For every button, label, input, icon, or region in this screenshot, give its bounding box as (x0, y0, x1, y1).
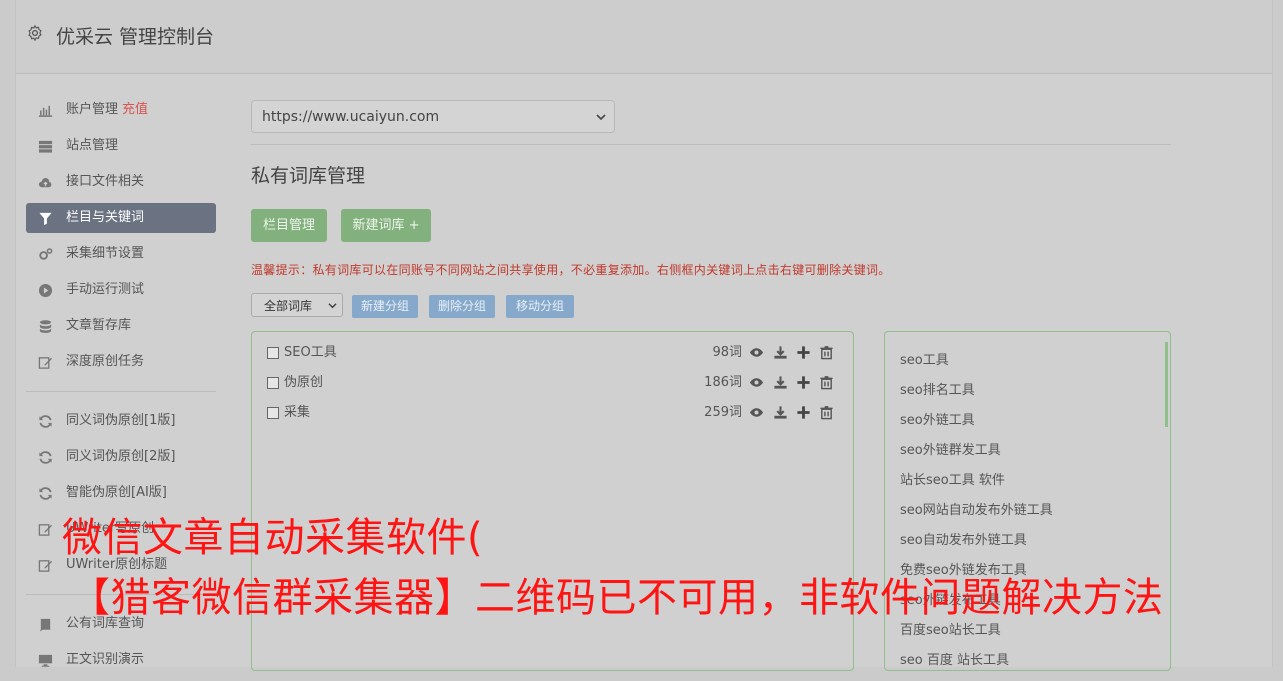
trash-icon[interactable] (819, 405, 834, 420)
lexicon-name[interactable]: 伪原创 (284, 372, 323, 394)
sidebar-item-label: 文章暂存库 (66, 318, 132, 333)
sidebar-item-label: 采集细节设置 (66, 246, 145, 261)
app-title: 优采云 管理控制台 (56, 26, 215, 48)
keyword-item[interactable]: seo外链群发工具 (900, 439, 1001, 458)
plus-icon[interactable] (796, 345, 811, 360)
sidebar-item-label: 正文识别演示 (66, 652, 145, 667)
chevron-down-icon (596, 114, 606, 121)
lexicon-checkbox[interactable] (267, 407, 279, 419)
sidebar-item-label: 同义词伪原创[2版] (66, 449, 176, 464)
group-select-value: 全部词库 (264, 299, 313, 313)
sidebar-item-label: 深度原创任务 (66, 354, 145, 369)
database-icon (39, 320, 52, 333)
download-icon[interactable] (773, 345, 788, 360)
keyword-item[interactable]: seo工具 (900, 349, 949, 368)
eye-icon[interactable] (749, 375, 764, 390)
tip-text: 温馨提示：私有词库可以在同账号不同网站之间共享使用，不必重复添加。右侧框内关键词… (251, 263, 891, 277)
plus-icon[interactable] (796, 375, 811, 390)
lexicon-name[interactable]: SEO工具 (284, 342, 337, 364)
keyword-item[interactable]: seo 百度 站长工具 (900, 649, 1009, 668)
sidebar-item-label: 智能伪原创[AI版] (66, 485, 167, 500)
sidebar-item-label: 栏目与关键词 (66, 210, 145, 225)
download-icon[interactable] (773, 375, 788, 390)
lexicon-row: 伪原创 186词 (267, 372, 842, 394)
trash-icon[interactable] (819, 375, 834, 390)
filter-icon (39, 212, 52, 226)
sidebar-item-collect-settings[interactable]: 采集细节设置 (26, 239, 216, 269)
edit-icon (38, 357, 53, 369)
sidebar-item-synonym-v2[interactable]: 同义词伪原创[2版] (26, 442, 216, 472)
keyword-item[interactable]: 站长seo工具 软件 (900, 469, 1005, 488)
overlay-caption-line1: 微信文章自动采集软件( (62, 515, 484, 561)
new-lexicon-button[interactable]: 新建词库 + (341, 209, 431, 242)
sidebar-item-api-files[interactable]: 接口文件相关 (26, 167, 216, 197)
keyword-item[interactable]: seo自动发布外链工具 (900, 529, 1027, 548)
group-select[interactable]: 全部词库 (251, 293, 343, 317)
plus-icon[interactable] (796, 405, 811, 420)
lexicon-checkbox[interactable] (267, 347, 279, 359)
trash-icon[interactable] (819, 345, 834, 360)
keyword-item[interactable]: seo网站自动发布外链工具 (900, 499, 1053, 518)
overlay-caption-line2: 【猎客微信群采集器】二维码已不可用，非软件问题解决方法 (70, 575, 1164, 621)
lexicon-count: 98词 (712, 345, 742, 360)
lexicon-name[interactable]: 采集 (284, 402, 310, 424)
sidebar-item-label: 站点管理 (66, 138, 119, 153)
lexicon-row: 采集 259词 (267, 402, 842, 424)
section-divider (251, 144, 1171, 145)
delete-group-button[interactable]: 删除分组 (429, 295, 495, 318)
refresh-icon (39, 451, 52, 464)
edit-icon (38, 560, 53, 572)
sidebar-item-label: 接口文件相关 (66, 174, 145, 189)
chevron-down-icon (328, 303, 337, 309)
refresh-icon (39, 487, 52, 500)
refresh-icon (39, 415, 52, 428)
cloud-upload-icon (38, 178, 52, 188)
recharge-link[interactable]: 充值 (122, 102, 148, 117)
edit-icon (38, 524, 53, 536)
lexicon-checkbox[interactable] (267, 377, 279, 389)
move-group-button[interactable]: 移动分组 (506, 295, 574, 318)
columns-manage-button[interactable]: 栏目管理 (251, 209, 327, 242)
site-select-value: https://www.ucaiyun.com (262, 109, 440, 125)
sidebar-divider (26, 391, 216, 392)
sidebar-item-account[interactable]: 账户管理 充值 (26, 95, 216, 125)
keyword-item[interactable]: seo外链工具 (900, 409, 975, 428)
sidebar-item-ai-rewrite[interactable]: 智能伪原创[AI版] (26, 478, 216, 508)
gear-icon (28, 24, 42, 42)
keyword-item[interactable]: seo排名工具 (900, 379, 975, 398)
lexicon-row: SEO工具 98词 (267, 342, 842, 364)
sidebar-item-columns-keywords[interactable]: 栏目与关键词 (26, 203, 216, 233)
page-title: 私有词库管理 (251, 165, 366, 187)
lexicon-count: 186词 (704, 375, 742, 390)
sidebar-item-label: 账户管理 (66, 102, 119, 117)
monitor-icon (38, 654, 53, 667)
sidebar-item-article-store[interactable]: 文章暂存库 (26, 311, 216, 341)
sidebar-item-label: 同义词伪原创[1版] (66, 413, 176, 428)
site-select[interactable]: https://www.ucaiyun.com (251, 100, 615, 133)
sidebar-item-sites[interactable]: 站点管理 (26, 131, 216, 161)
download-icon[interactable] (773, 405, 788, 420)
eye-icon[interactable] (749, 345, 764, 360)
sidebar-item-deep-original[interactable]: 深度原创任务 (26, 347, 216, 377)
new-group-button[interactable]: 新建分组 (352, 295, 418, 318)
sidebar-item-manual-test[interactable]: 手动运行测试 (26, 275, 216, 305)
sidebar-item-synonym-v1[interactable]: 同义词伪原创[1版] (26, 406, 216, 436)
book-icon (40, 618, 51, 632)
play-icon (38, 283, 53, 298)
gears-icon (39, 248, 53, 260)
server-icon (38, 140, 53, 153)
lexicon-count: 259词 (704, 405, 742, 420)
sidebar-item-label: 手动运行测试 (66, 282, 145, 297)
keyword-scrollbar[interactable] (1165, 342, 1168, 427)
top-bar: 优采云 管理控制台 (16, 0, 1272, 74)
bar-chart-icon (38, 105, 53, 117)
sidebar-item-text-recognition[interactable]: 正文识别演示 (26, 645, 216, 675)
eye-icon[interactable] (749, 405, 764, 420)
